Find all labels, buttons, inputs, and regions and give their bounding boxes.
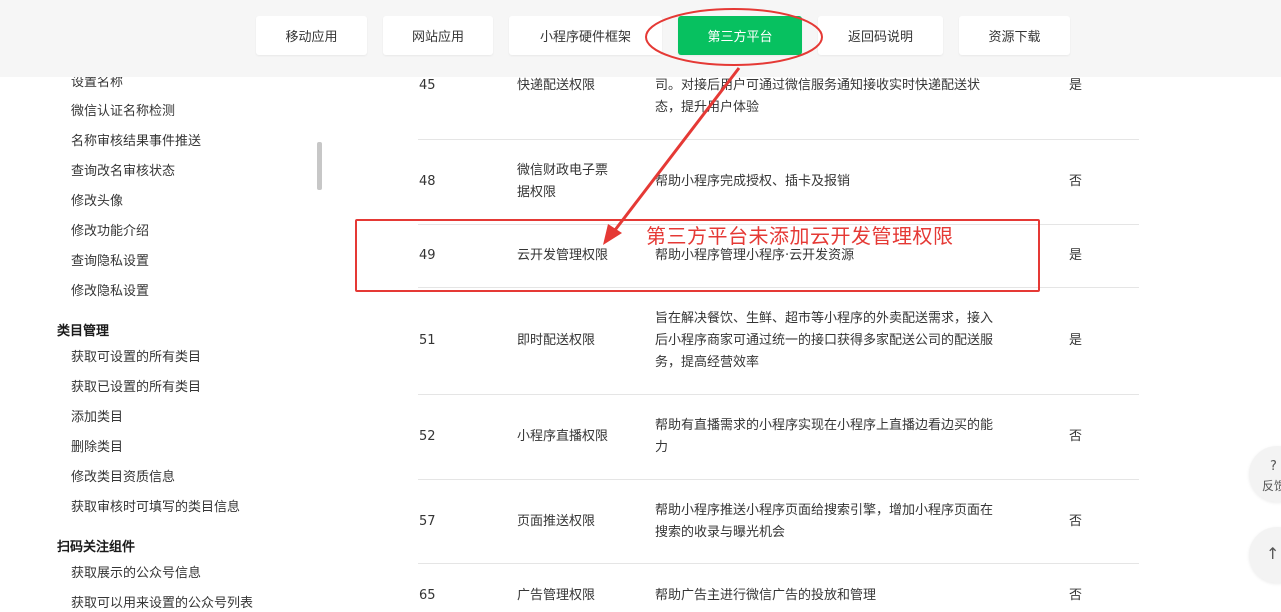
question-icon: ? (1270, 459, 1277, 474)
sidebar: 设置名称 微信认证名称检测 名称审核结果事件推送 查询改名审核状态 修改头像 修… (0, 77, 316, 612)
table-cell-name: 页面推送权限 (517, 514, 596, 529)
sidebar-item-account-list[interactable]: 获取可以用来设置的公众号列表 (71, 592, 253, 611)
table-cell-desc: 司。对接后用户可通过微信服务通知接收实时快递配送状 态，提升用户体验 (655, 75, 1025, 119)
table-cell-desc: 旨在解决餐饮、生鲜、超市等小程序的外卖配送需求，接入 后小程序商家可通过统一的接… (655, 308, 1025, 374)
sidebar-item-avatar[interactable]: 修改头像 (71, 190, 123, 209)
table-cell-name: 微信财政电子票 据权限 (517, 160, 627, 204)
row-divider (418, 563, 1139, 564)
table-cell-desc: 帮助小程序完成授权、插卡及报销 (655, 171, 1025, 193)
feedback-label: 反馈 (1262, 479, 1281, 493)
table-cell-flag: 是 (1069, 78, 1083, 93)
table-cell-name: 广告管理权限 (517, 588, 596, 603)
sidebar-item-name-review-push[interactable]: 名称审核结果事件推送 (71, 130, 201, 149)
arrow-up-icon: ↑ (1266, 544, 1280, 563)
desc-line: 帮助有直播需求的小程序实现在小程序上直播边看边买的能 (655, 418, 994, 433)
desc-line: 力 (655, 440, 669, 455)
table-cell-name: 云开发管理权限 (517, 248, 609, 263)
table-cell-flag: 否 (1069, 514, 1083, 529)
desc-line: 司。对接后用户可通过微信服务通知接收实时快递配送状 (655, 78, 981, 93)
table-cell-id: 45 (419, 78, 436, 93)
sidebar-item-edit-category-qual[interactable]: 修改类目资质信息 (71, 466, 175, 485)
nav-tab-miniprogram-hardware[interactable]: 小程序硬件框架 (509, 16, 662, 55)
table-cell-desc: 帮助有直播需求的小程序实现在小程序上直播边看边买的能 力 (655, 415, 1025, 459)
top-navigation: 移动应用 网站应用 小程序硬件框架 第三方平台 返回码说明 资源下载 (0, 0, 1281, 77)
sidebar-item-query-privacy[interactable]: 查询隐私设置 (71, 250, 149, 269)
row-divider (418, 479, 1139, 480)
sidebar-item-name-check[interactable]: 微信认证名称检测 (71, 100, 175, 119)
table-cell-name: 快递配送权限 (517, 78, 596, 93)
desc-line: 搜索的收录与曝光机会 (655, 525, 786, 540)
annotation-text: 第三方平台未添加云开发管理权限 (646, 224, 954, 248)
nav-tab-website-app[interactable]: 网站应用 (383, 16, 493, 55)
sidebar-scrollbar[interactable] (317, 142, 322, 190)
desc-line: 帮助广告主进行微信广告的投放和管理 (655, 588, 877, 603)
table-cell-id: 57 (419, 514, 436, 529)
name-line: 微信财政电子票 (517, 163, 609, 178)
sidebar-item-all-categories[interactable]: 获取可设置的所有类目 (71, 346, 201, 365)
table-cell-id: 51 (419, 333, 436, 348)
nav-tab-resource-download[interactable]: 资源下载 (959, 16, 1070, 55)
row-divider (418, 287, 1139, 288)
desc-line: 务，提高经营效率 (655, 355, 760, 370)
table-cell-desc: 帮助广告主进行微信广告的投放和管理 (655, 585, 1025, 607)
table-cell-id: 48 (419, 174, 436, 189)
sidebar-item-set-name[interactable]: 设置名称 (71, 77, 123, 90)
sidebar-item-review-categories[interactable]: 获取审核时可填写的类目信息 (71, 496, 240, 515)
table-cell-flag: 是 (1069, 248, 1083, 263)
sidebar-item-add-category[interactable]: 添加类目 (71, 406, 123, 425)
table-cell-id: 49 (419, 248, 436, 263)
sidebar-section-category: 类目管理 (57, 324, 110, 339)
table-cell-flag: 是 (1069, 333, 1083, 348)
nav-tab-mobile-app[interactable]: 移动应用 (256, 16, 367, 55)
desc-line: 态，提升用户体验 (655, 100, 760, 115)
sidebar-item-delete-category[interactable]: 删除类目 (71, 436, 123, 455)
annotation-arrow-head (603, 224, 622, 245)
table-cell-name: 即时配送权限 (517, 333, 596, 348)
sidebar-item-set-categories[interactable]: 获取已设置的所有类目 (71, 376, 201, 395)
row-divider (418, 394, 1139, 395)
sidebar-section-scan: 扫码关注组件 (57, 540, 136, 555)
table-cell-flag: 否 (1069, 588, 1083, 603)
desc-line: 后小程序商家可通过统一的接口获得多家配送公司的配送服 (655, 333, 994, 348)
name-line: 据权限 (517, 185, 557, 200)
table-cell-flag: 否 (1069, 174, 1083, 189)
table-cell-id: 65 (419, 588, 436, 603)
sidebar-item-edit-privacy[interactable]: 修改隐私设置 (71, 280, 149, 299)
desc-line: 旨在解决餐饮、生鲜、超市等小程序的外卖配送需求，接入 (655, 311, 994, 326)
nav-tab-return-codes[interactable]: 返回码说明 (818, 16, 943, 55)
table-cell-id: 52 (419, 429, 436, 444)
sidebar-item-shown-accounts[interactable]: 获取展示的公众号信息 (71, 562, 201, 581)
desc-line: 帮助小程序推送小程序页面给搜索引擎，增加小程序页面在 (655, 503, 994, 518)
table-cell-flag: 否 (1069, 429, 1083, 444)
nav-tab-third-party-platform[interactable]: 第三方平台 (678, 16, 802, 55)
sidebar-item-intro[interactable]: 修改功能介绍 (71, 220, 149, 239)
table-cell-desc: 帮助小程序推送小程序页面给搜索引擎，增加小程序页面在 搜索的收录与曝光机会 (655, 500, 1025, 544)
sidebar-item-rename-status[interactable]: 查询改名审核状态 (71, 160, 175, 179)
table-cell-name: 小程序直播权限 (517, 429, 609, 444)
desc-line: 帮助小程序完成授权、插卡及报销 (655, 174, 851, 189)
row-divider (418, 139, 1139, 140)
